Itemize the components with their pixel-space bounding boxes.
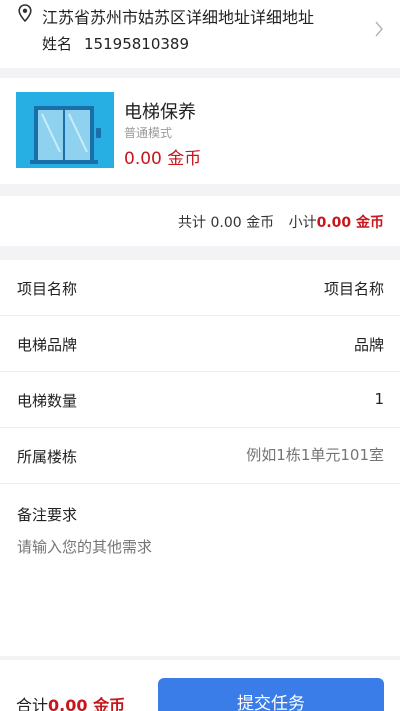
elevator-brand-label: 电梯品牌	[17, 336, 78, 354]
project-name-row[interactable]: 项目名称 项目名称	[0, 260, 400, 316]
chevron-right-icon	[375, 21, 383, 37]
building-row[interactable]: 所属楼栋	[0, 428, 400, 484]
building-label: 所属楼栋	[17, 448, 78, 466]
elevator-icon	[16, 92, 114, 168]
project-name-value[interactable]: 项目名称	[184, 278, 384, 299]
remark-label: 备注要求	[17, 506, 78, 524]
product-name: 电梯保养	[124, 102, 196, 123]
product-price: 0.00 金币	[124, 149, 202, 169]
subtotal-label: 小计	[288, 215, 317, 231]
totals-summary: 共计 0.00 金币 小计0.00 金币	[178, 212, 384, 232]
product-mode: 普通模式	[124, 126, 173, 140]
contact-phone: 15195810389	[84, 35, 189, 53]
total-value: 0.00 金币	[210, 215, 275, 231]
elevator-brand-value[interactable]: 品牌	[184, 334, 384, 355]
elevator-count-label: 电梯数量	[17, 392, 78, 410]
address-text: 江苏省苏州市姑苏区详细地址详细地址	[42, 8, 315, 27]
address-card[interactable]: 江苏省苏州市姑苏区详细地址详细地址 姓名 15195810389	[0, 0, 400, 68]
task-form: 项目名称 项目名称 电梯品牌 品牌 电梯数量 1 所属楼栋 备注要求	[0, 260, 400, 656]
contact-info: 姓名 15195810389	[42, 33, 189, 54]
totals-bar: 共计 0.00 金币 小计0.00 金币	[0, 196, 400, 246]
bottom-bar: 合计0.00 金币 提交任务	[0, 660, 400, 711]
elevator-count-row[interactable]: 电梯数量 1	[0, 372, 400, 428]
elevator-count-value[interactable]: 1	[184, 390, 384, 408]
project-name-label: 项目名称	[17, 280, 78, 298]
product-card: 电梯保养 普通模式 0.00 金币	[0, 78, 400, 184]
contact-name: 姓名	[42, 35, 73, 53]
grand-total-value: 0.00 金币	[48, 696, 126, 711]
remark-textarea[interactable]	[17, 536, 383, 636]
total-label: 共计	[178, 215, 207, 231]
building-input[interactable]	[184, 446, 384, 464]
location-pin-icon	[18, 4, 32, 22]
grand-total: 合计0.00 金币	[16, 692, 125, 711]
grand-total-label: 合计	[16, 696, 49, 711]
submit-task-button[interactable]: 提交任务	[158, 678, 384, 711]
elevator-brand-row[interactable]: 电梯品牌 品牌	[0, 316, 400, 372]
subtotal-value: 0.00 金币	[316, 215, 384, 231]
order-page: 江苏省苏州市姑苏区详细地址详细地址 姓名 15195810389 电梯保养 普通模…	[0, 0, 400, 711]
